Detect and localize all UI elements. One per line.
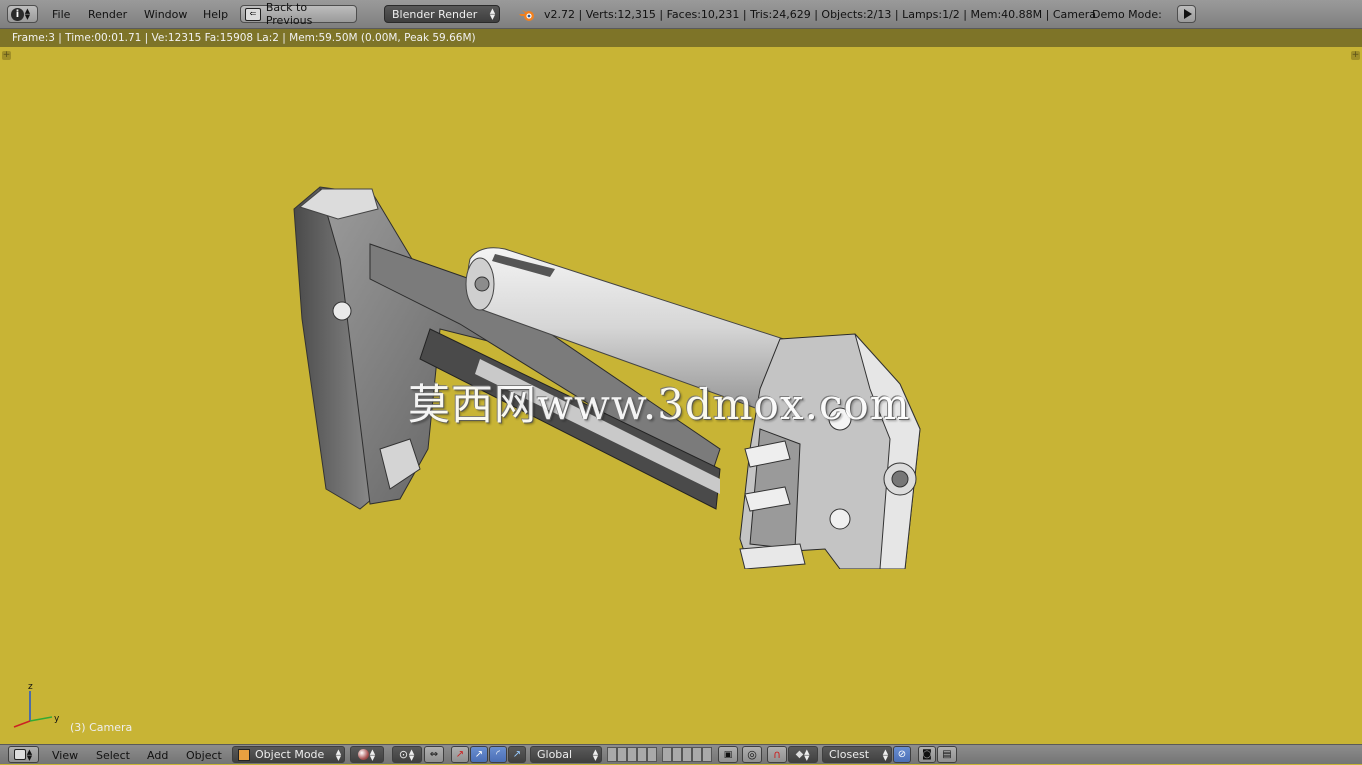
back-icon: ⇐ xyxy=(245,7,261,21)
chevron-updown-icon: ▲ ▼ xyxy=(26,747,33,762)
editor-type-button[interactable]: ▲ ▼ xyxy=(8,746,39,763)
watermark-text: 莫西网www.3dmox.com xyxy=(408,379,911,429)
snap-toggle-button[interactable]: ∩ xyxy=(767,746,787,763)
frame-info-text: Frame:3 | Time:00:01.71 | Ve:12315 Fa:15… xyxy=(12,32,476,44)
3d-view-header: ▲ ▼ View Select Add Object Object Mode ▲ ▼… xyxy=(0,744,1362,764)
menu-help[interactable]: Help xyxy=(201,0,230,29)
active-object-label: (3) Camera xyxy=(70,721,133,734)
menu-object[interactable]: Object xyxy=(186,746,222,764)
snap-align-rotation-button[interactable]: ⊘ xyxy=(893,746,911,763)
scale-manipulator-button[interactable]: ↗ xyxy=(508,746,526,763)
layer-button[interactable] xyxy=(607,747,617,762)
magnet-icon: ∩ xyxy=(772,748,782,761)
blender-logo-icon xyxy=(518,0,536,29)
layer-button[interactable] xyxy=(662,747,672,762)
manipulator-toggle[interactable]: ↗ xyxy=(451,746,469,763)
transform-orientation-select[interactable]: Global ▲ ▼ xyxy=(530,746,602,763)
pivot-align-toggle[interactable]: ⇔ xyxy=(424,746,444,763)
chevron-updown-icon: ▲ ▼ xyxy=(804,747,810,762)
scene-stats: v2.72 | Verts:12,315 | Faces:10,231 | Tr… xyxy=(544,8,1097,21)
snap-element-select[interactable]: ◆ ▲ ▼ xyxy=(788,746,818,763)
clapper-icon: ▤ xyxy=(942,749,952,760)
info-icon: i xyxy=(11,7,24,21)
pivot-point-select[interactable]: ⊙ ▲ ▼ xyxy=(392,746,422,763)
render-animation-button[interactable]: ▤ xyxy=(937,746,957,763)
manipulator-icon: ↗ xyxy=(455,749,465,760)
chevron-updown-icon: ▲ ▼ xyxy=(24,7,31,21)
3d-view-icon xyxy=(14,749,26,760)
proportional-edit-icon: ◎ xyxy=(747,748,757,761)
layer-button[interactable] xyxy=(647,747,657,762)
viewport-shading-select[interactable]: ▲ ▼ xyxy=(350,746,384,763)
frame-info-bar: Frame:3 | Time:00:01.71 | Ve:12315 Fa:15… xyxy=(0,29,1362,47)
mode-select[interactable]: Object Mode ▲ ▼ xyxy=(232,746,345,763)
sphere-icon xyxy=(358,749,369,760)
menu-window[interactable]: Window xyxy=(142,0,189,29)
menu-file[interactable]: File xyxy=(50,0,72,29)
align-icon: ⇔ xyxy=(429,749,439,760)
snap-element-icon: ◆ xyxy=(795,749,804,760)
chevron-updown-icon: ▲ ▼ xyxy=(335,747,342,762)
region-toggle-left-icon[interactable]: + xyxy=(2,51,11,60)
play-icon xyxy=(1183,9,1192,19)
editor-type-button[interactable]: i ▲ ▼ xyxy=(7,5,38,23)
chevron-updown-icon: ▲ ▼ xyxy=(882,747,889,762)
layer-button[interactable] xyxy=(682,747,692,762)
layer-button[interactable] xyxy=(617,747,627,762)
back-to-previous-button[interactable]: ⇐ Back to Previous xyxy=(240,1,357,27)
camera-icon: ◙ xyxy=(922,749,932,760)
lock-icon: ▣ xyxy=(723,749,733,760)
render-image-button[interactable]: ◙ xyxy=(918,746,936,763)
axis-z-label: z xyxy=(28,682,33,692)
demo-mode-label: Demo Mode: xyxy=(1092,8,1162,21)
arrow-icon: ↗ xyxy=(474,749,484,760)
region-toggle-right-icon[interactable]: + xyxy=(1351,51,1360,60)
menu-render[interactable]: Render xyxy=(86,0,129,29)
snap-target-select[interactable]: Closest ▲ ▼ xyxy=(822,746,892,763)
layer-lock-button[interactable]: ▣ xyxy=(718,746,738,763)
scale-icon: ↗ xyxy=(512,749,522,760)
align-rotation-icon: ⊘ xyxy=(897,749,907,760)
translate-manipulator-button[interactable]: ↗ xyxy=(470,746,488,763)
proportional-edit-button[interactable]: ◎ xyxy=(742,746,762,763)
render-engine-select[interactable]: Blender Render ▲ ▼ xyxy=(384,5,500,23)
layer-button[interactable] xyxy=(672,747,682,762)
info-header: i ▲ ▼ File Render Window Help ⇐ Back to P… xyxy=(0,0,1362,29)
layer-button[interactable] xyxy=(692,747,702,762)
layer-button[interactable] xyxy=(627,747,637,762)
menu-select[interactable]: Select xyxy=(96,746,130,764)
chevron-updown-icon: ▲ ▼ xyxy=(369,747,376,762)
layer-button[interactable] xyxy=(702,747,712,762)
cube-icon xyxy=(238,748,250,761)
layer-buttons-group-1 xyxy=(607,745,659,765)
chevron-updown-icon: ▲ ▼ xyxy=(489,7,496,21)
menu-add[interactable]: Add xyxy=(147,746,168,764)
layer-button[interactable] xyxy=(637,747,647,762)
menu-view[interactable]: View xyxy=(52,746,78,764)
chevron-updown-icon: ▲ ▼ xyxy=(408,747,415,762)
play-button[interactable] xyxy=(1177,5,1196,23)
pivot-icon: ⊙ xyxy=(398,748,409,761)
axis-gizmo: z y xyxy=(13,682,60,728)
chevron-updown-icon: ▲ ▼ xyxy=(592,747,599,762)
3d-viewport[interactable]: Frame:3 | Time:00:01.71 | Ve:12315 Fa:15… xyxy=(0,29,1362,744)
rotate-icon: ◜ xyxy=(496,749,500,760)
rotate-manipulator-button[interactable]: ◜ xyxy=(489,746,507,763)
axis-y-label: y xyxy=(54,714,60,724)
layer-buttons-group-2 xyxy=(662,745,714,765)
